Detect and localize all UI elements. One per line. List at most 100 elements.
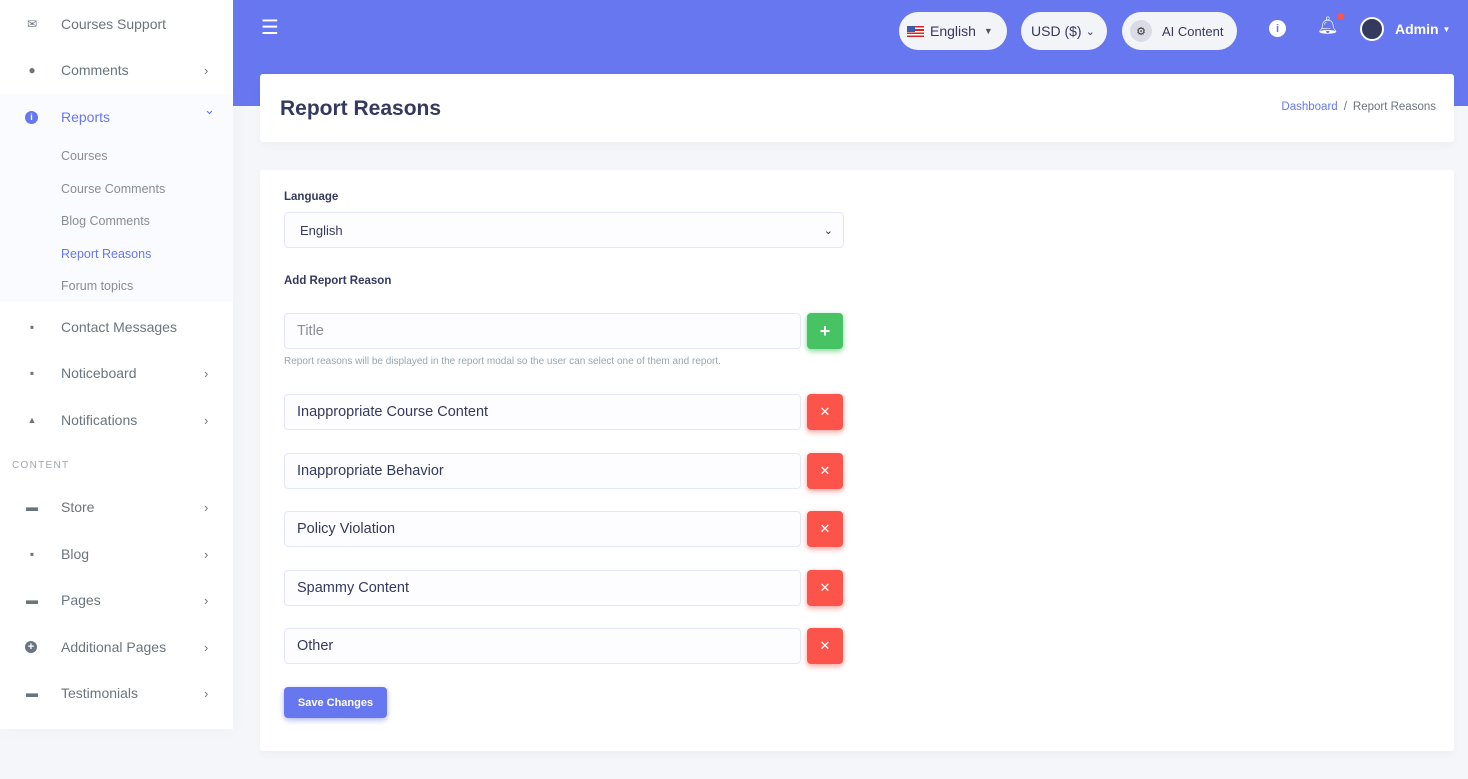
sidebar-item-label: Contact Messages xyxy=(61,319,177,335)
add-reason-button[interactable]: + xyxy=(807,313,843,349)
hamburger-menu-icon[interactable]: ☰ xyxy=(261,18,279,38)
sidebar-item-label: Store xyxy=(61,499,95,515)
add-reason-label: Add Report Reason xyxy=(284,275,392,287)
rss-icon: ▪ xyxy=(29,547,35,561)
sidebar-item-additional-pages[interactable]: + Additional Pages › xyxy=(0,624,233,670)
avatar[interactable] xyxy=(1360,17,1384,41)
sidebar-item-comments[interactable]: ● Comments › xyxy=(0,47,233,93)
currency-dropdown[interactable]: USD ($) ⌄ xyxy=(1021,12,1107,50)
delete-reason-button[interactable]: ✕ xyxy=(807,570,843,606)
language-select[interactable]: English ⌄ xyxy=(284,212,844,248)
notification-dot xyxy=(1337,13,1344,20)
window-icon: ▬ xyxy=(26,593,38,607)
sidebar: ✉ Courses Support ● Comments › i Reports… xyxy=(0,0,233,729)
submenu-item-blog-comments[interactable]: Blog Comments xyxy=(61,214,150,228)
close-icon: ✕ xyxy=(819,404,831,419)
close-icon: ✕ xyxy=(819,521,831,536)
chevron-right-icon: › xyxy=(204,546,209,562)
close-icon: ✕ xyxy=(819,580,831,595)
close-icon: ✕ xyxy=(819,638,831,653)
delete-reason-button[interactable]: ✕ xyxy=(807,453,843,489)
sidebar-item-label: Pages xyxy=(61,592,101,608)
sticky-note-icon: ▪ xyxy=(29,366,35,380)
user-name: Admin xyxy=(1395,21,1439,37)
reports-submenu: Courses Course Comments Blog Comments Re… xyxy=(0,140,233,302)
help-text: Report reasons will be displayed in the … xyxy=(284,356,721,367)
delete-reason-button[interactable]: ✕ xyxy=(807,628,843,664)
chevron-down-icon: ⌄ xyxy=(204,102,215,117)
reason-input[interactable]: Inappropriate Behavior xyxy=(284,453,801,489)
delete-reason-button[interactable]: ✕ xyxy=(807,394,843,430)
sidebar-item-blog[interactable]: ▪ Blog › xyxy=(0,531,233,577)
chevron-right-icon: › xyxy=(204,592,209,608)
chevron-right-icon: › xyxy=(204,639,209,655)
sidebar-item-store[interactable]: ▬ Store › xyxy=(0,484,233,530)
info-circle-icon: i xyxy=(25,110,38,124)
report-reasons-card: Language English ⌄ Add Report Reason Tit… xyxy=(260,170,1454,751)
plus-circle-icon: + xyxy=(25,641,37,653)
chevron-right-icon: › xyxy=(204,412,209,428)
envelope-open-icon: ✉ xyxy=(26,17,38,31)
sidebar-item-label: Reports xyxy=(61,109,111,125)
id-card-icon: ▬ xyxy=(26,686,38,700)
sidebar-item-label: Blog xyxy=(61,546,90,562)
sidebar-item-noticeboard[interactable]: ▪ Noticeboard › xyxy=(0,350,233,396)
ai-content-button[interactable]: ⚙ AI Content xyxy=(1122,12,1237,50)
sidebar-item-label: Testimonials xyxy=(61,685,139,701)
sidebar-item-testimonials[interactable]: ▬ Testimonials › xyxy=(0,670,233,716)
bell-icon[interactable]: 🔔︎ xyxy=(1317,16,1339,36)
breadcrumb-current: Report Reasons xyxy=(1352,101,1436,113)
submenu-item-course-comments[interactable]: Course Comments xyxy=(61,182,165,196)
store-icon: ▬ xyxy=(26,500,38,514)
sidebar-item-contact-messages[interactable]: ▪ Contact Messages xyxy=(0,304,233,350)
breadcrumb: Dashboard / Report Reasons xyxy=(1281,101,1436,113)
chevron-right-icon: › xyxy=(204,499,209,515)
sidebar-item-label: Noticeboard xyxy=(61,365,137,381)
breadcrumb-separator: / xyxy=(1343,101,1347,113)
comments-icon: ● xyxy=(28,63,36,77)
section-header: Report Reasons Dashboard / Report Reasons xyxy=(260,74,1454,142)
language-label: Language xyxy=(284,191,339,203)
breadcrumb-dashboard-link[interactable]: Dashboard xyxy=(1281,101,1337,113)
reason-input[interactable]: Other xyxy=(284,628,801,664)
chevron-right-icon: › xyxy=(204,685,209,701)
bell-icon: ▲ xyxy=(27,415,37,425)
sidebar-item-notifications[interactable]: ▲ Notifications › xyxy=(0,397,233,443)
chevron-right-icon: › xyxy=(204,365,209,381)
save-changes-button[interactable]: Save Changes xyxy=(284,687,387,718)
sidebar-item-reports[interactable]: i Reports ⌄ xyxy=(0,94,233,140)
caret-down-icon: ▼ xyxy=(983,26,993,36)
caret-down-icon: ▼ xyxy=(1442,25,1451,34)
reason-input[interactable]: Policy Violation xyxy=(284,511,801,547)
submenu-item-report-reasons[interactable]: Report Reasons xyxy=(61,247,151,261)
language-dropdown[interactable]: English ▼ xyxy=(899,12,1007,50)
language-select-value: English xyxy=(300,222,343,238)
ai-content-label: AI Content xyxy=(1162,23,1224,39)
sidebar-item-label: Comments xyxy=(61,62,129,78)
plus-icon: + xyxy=(819,320,831,341)
sidebar-item-label: Additional Pages xyxy=(61,639,167,655)
chevron-down-icon: ⌄ xyxy=(823,225,833,237)
submenu-item-forum-topics[interactable]: Forum topics xyxy=(61,279,133,293)
chip-icon: ⚙ xyxy=(1130,20,1152,42)
info-icon[interactable]: i xyxy=(1269,20,1286,37)
submenu-item-courses[interactable]: Courses xyxy=(61,149,108,163)
sidebar-item-courses-support[interactable]: ✉ Courses Support xyxy=(0,1,233,47)
reason-input[interactable]: Inappropriate Course Content xyxy=(284,394,801,430)
menu-section-header: CONTENT xyxy=(12,460,70,471)
reason-input[interactable]: Spammy Content xyxy=(284,570,801,606)
close-icon: ✕ xyxy=(819,463,831,478)
sidebar-item-pages[interactable]: ▬ Pages › xyxy=(0,577,233,623)
language-label: English xyxy=(930,23,976,39)
chevron-right-icon: › xyxy=(204,62,209,78)
message-square-icon: ▪ xyxy=(29,320,35,334)
delete-reason-button[interactable]: ✕ xyxy=(807,511,843,547)
us-flag-icon xyxy=(907,25,924,37)
user-menu[interactable]: Admin ▼ xyxy=(1395,21,1450,37)
sidebar-item-label: Notifications xyxy=(61,412,138,428)
currency-label: USD ($) xyxy=(1031,23,1082,39)
sidebar-item-label: Courses Support xyxy=(61,16,167,32)
page-title: Report Reasons xyxy=(280,97,442,120)
chevron-down-icon: ⌄ xyxy=(1085,25,1095,38)
title-input[interactable]: Title xyxy=(284,313,801,349)
